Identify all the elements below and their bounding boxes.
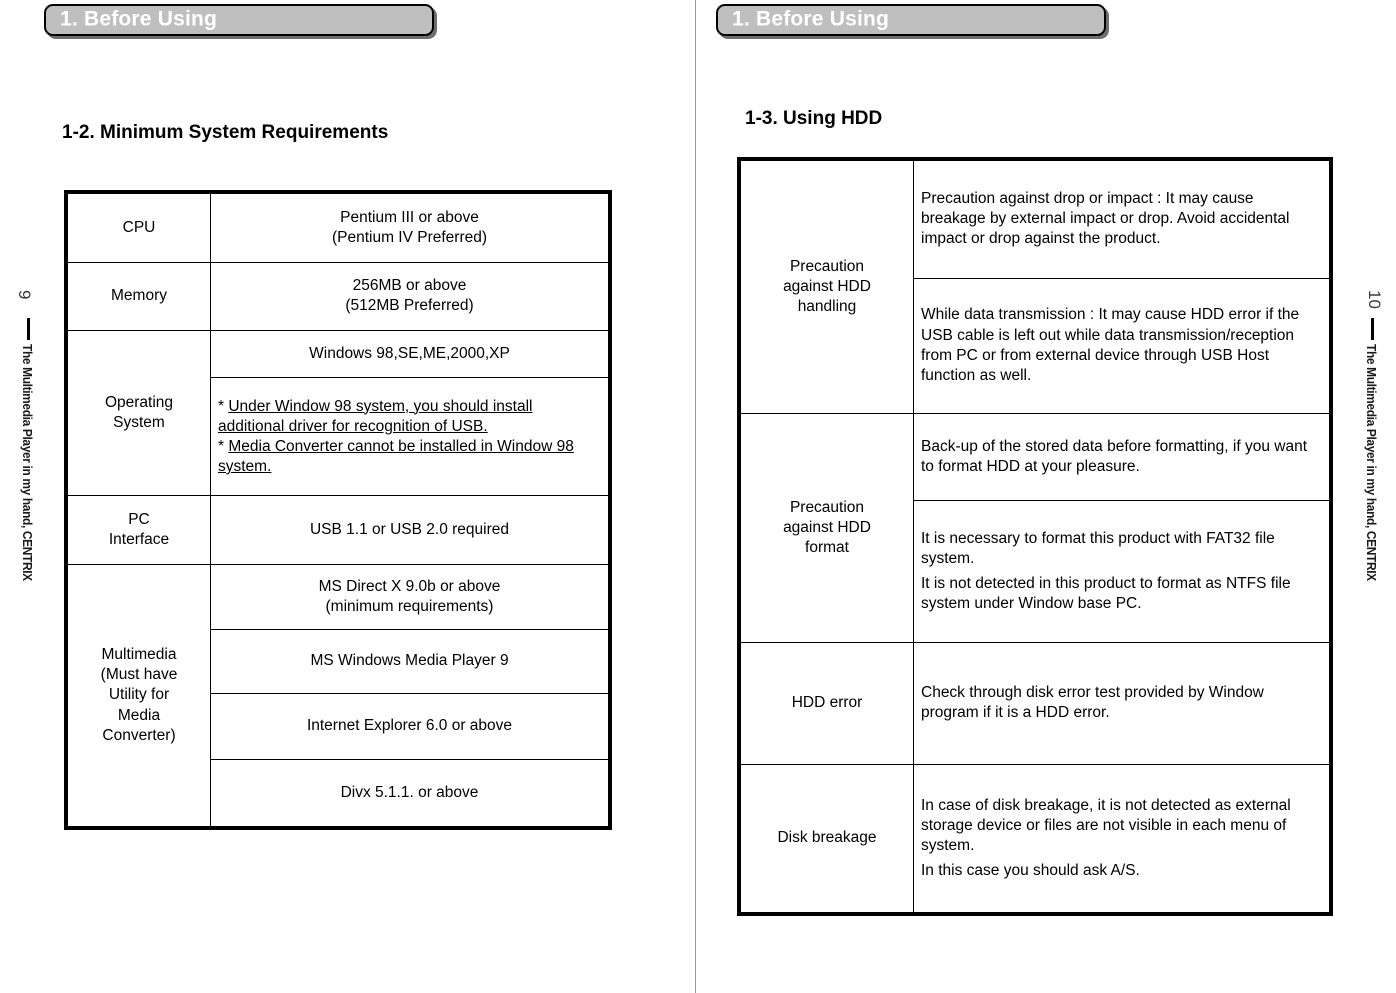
table-row: Precaution against HDD format Back-up of… <box>740 412 1330 643</box>
paragraph: In this case you should ask A/S. <box>921 862 1140 880</box>
cpu-value-line-1: Pentium III or above <box>340 208 479 226</box>
section-banner-right-label: 1. Before Using <box>732 7 890 31</box>
table-row: CPU Pentium III or above (Pentium IV Pre… <box>67 193 609 263</box>
table-row: Disk breakage In case of disk breakage, … <box>740 763 1330 914</box>
using-hdd-table-frame: Precaution against HDD handling Precauti… <box>737 157 1333 916</box>
hdd-handling-label-line-2: against HDD <box>783 277 871 295</box>
row-value-hdd-data-transmission: While data transmission : It may cause H… <box>913 277 1330 414</box>
row-value-hdd-drop-impact: Precaution against drop or impact : It m… <box>913 160 1330 279</box>
system-requirements-table-frame: CPU Pentium III or above (Pentium IV Pre… <box>64 190 612 830</box>
row-label-cpu: CPU <box>67 193 211 263</box>
hdd-format-label-line-3: format <box>805 538 849 556</box>
pc-interface-label-line-1: PC <box>128 511 150 529</box>
brand-text-right: The Multimedia Player in my hand, CENTRI… <box>1364 344 1379 581</box>
page-number-left: 9 <box>15 290 34 300</box>
left-page: 1. Before Using 1-2. Minimum System Requ… <box>0 0 695 993</box>
row-label-hdd-error: HDD error <box>740 641 914 765</box>
row-value-hdd-backup: Back-up of the stored data before format… <box>913 412 1330 502</box>
row-label-operating-system: Operating System <box>67 330 211 497</box>
multimedia-label-line-3: Utility for <box>108 686 170 704</box>
row-value-memory: 256MB or above (512MB Preferred) <box>210 261 609 332</box>
row-value-hdd-error: Check through disk error test provided b… <box>913 641 1330 765</box>
brand-text-left: The Multimedia Player in my hand, CENTRI… <box>20 344 35 581</box>
row-label-multimedia: Multimedia (Must have Utility for Media … <box>67 564 211 827</box>
section-banner-left: 1. Before Using <box>44 4 434 36</box>
row-label-hdd-handling: Precaution against HDD handling <box>740 160 914 414</box>
table-row: Multimedia (Must have Utility for Media … <box>67 564 609 827</box>
multimedia-label-line-1: Multimedia <box>101 646 177 664</box>
page-title-right: 1-3. Using HDD <box>745 108 883 129</box>
row-label-pc-interface: PC Interface <box>67 495 211 565</box>
row-value-divx: Divx 5.1.1. or above <box>210 759 609 827</box>
system-requirements-table: CPU Pentium III or above (Pentium IV Pre… <box>67 193 609 827</box>
hdd-handling-label-line-3: handling <box>797 297 857 315</box>
hdd-handling-label-line-1: Precaution <box>789 257 865 275</box>
paragraph: It is necessary to format this product w… <box>921 529 1275 567</box>
pc-interface-label-line-2: Interface <box>108 531 170 549</box>
row-value-os-notes: * Under Window 98 system, you should ins… <box>210 377 609 497</box>
row-value-internet-explorer: Internet Explorer 6.0 or above <box>210 693 609 760</box>
row-label-hdd-format: Precaution against HDD format <box>740 412 914 643</box>
memory-value-line-2: (512MB Preferred) <box>345 297 474 315</box>
paragraph: It is not detected in this product to fo… <box>921 574 1291 612</box>
os-note-1-prefix: * <box>218 397 229 415</box>
row-value-pc-interface: USB 1.1 or USB 2.0 required <box>210 495 609 565</box>
brand-rule-left <box>27 318 30 340</box>
hdd-format-label-line-1: Precaution <box>789 498 865 516</box>
os-note-1: * Under Window 98 system, you should ins… <box>218 397 601 437</box>
row-value-os-versions: Windows 98,SE,ME,2000,XP <box>210 330 609 379</box>
os-label-line-1: Operating <box>104 394 174 412</box>
os-note-2-prefix: * <box>218 437 229 455</box>
row-value-hdd-fat32: It is necessary to format this product w… <box>913 500 1330 643</box>
os-note-1-text: Under Window 98 system, you should insta… <box>218 397 533 435</box>
row-label-disk-breakage: Disk breakage <box>740 763 914 914</box>
table-row: Precaution against HDD handling Precauti… <box>740 160 1330 414</box>
row-value-media-player: MS Windows Media Player 9 <box>210 629 609 694</box>
table-row: HDD error Check through disk error test … <box>740 641 1330 765</box>
multimedia-label-line-5: Converter) <box>102 726 176 744</box>
page-spine-divider <box>695 0 696 993</box>
multimedia-label-line-4: Media <box>117 706 161 724</box>
cpu-value-line-2: (Pentium IV Preferred) <box>331 228 488 246</box>
page-title-left: 1-2. Minimum System Requirements <box>62 122 389 143</box>
row-value-disk-breakage: In case of disk breakage, it is not dete… <box>913 763 1330 914</box>
section-banner-right: 1. Before Using <box>716 4 1106 36</box>
section-banner-left-label: 1. Before Using <box>60 7 218 31</box>
using-hdd-table: Precaution against HDD handling Precauti… <box>740 160 1330 914</box>
hdd-format-label-line-2: against HDD <box>783 518 871 536</box>
os-note-2: * Media Converter cannot be installed in… <box>218 437 601 477</box>
os-label-line-2: System <box>113 414 165 432</box>
row-label-memory: Memory <box>67 261 211 332</box>
memory-value-line-1: 256MB or above <box>352 277 467 295</box>
row-value-cpu: Pentium III or above (Pentium IV Preferr… <box>210 193 609 263</box>
table-row: PC Interface USB 1.1 or USB 2.0 required <box>67 495 609 565</box>
multimedia-label-line-2: (Must have <box>100 666 178 684</box>
paragraph: In case of disk breakage, it is not dete… <box>921 796 1291 854</box>
page-number-right: 10 <box>1365 290 1384 309</box>
directx-line-2: (minimum requirements) <box>325 598 494 615</box>
table-row: Memory 256MB or above (512MB Preferred) <box>67 261 609 332</box>
table-row: Operating System Windows 98,SE,ME,2000,X… <box>67 330 609 497</box>
row-value-directx: MS Direct X 9.0b or above (minimum requi… <box>210 564 609 630</box>
directx-line-1: MS Direct X 9.0b or above <box>318 577 501 595</box>
os-note-2-text: Media Converter cannot be installed in W… <box>218 437 574 475</box>
brand-rule-right <box>1371 318 1374 340</box>
